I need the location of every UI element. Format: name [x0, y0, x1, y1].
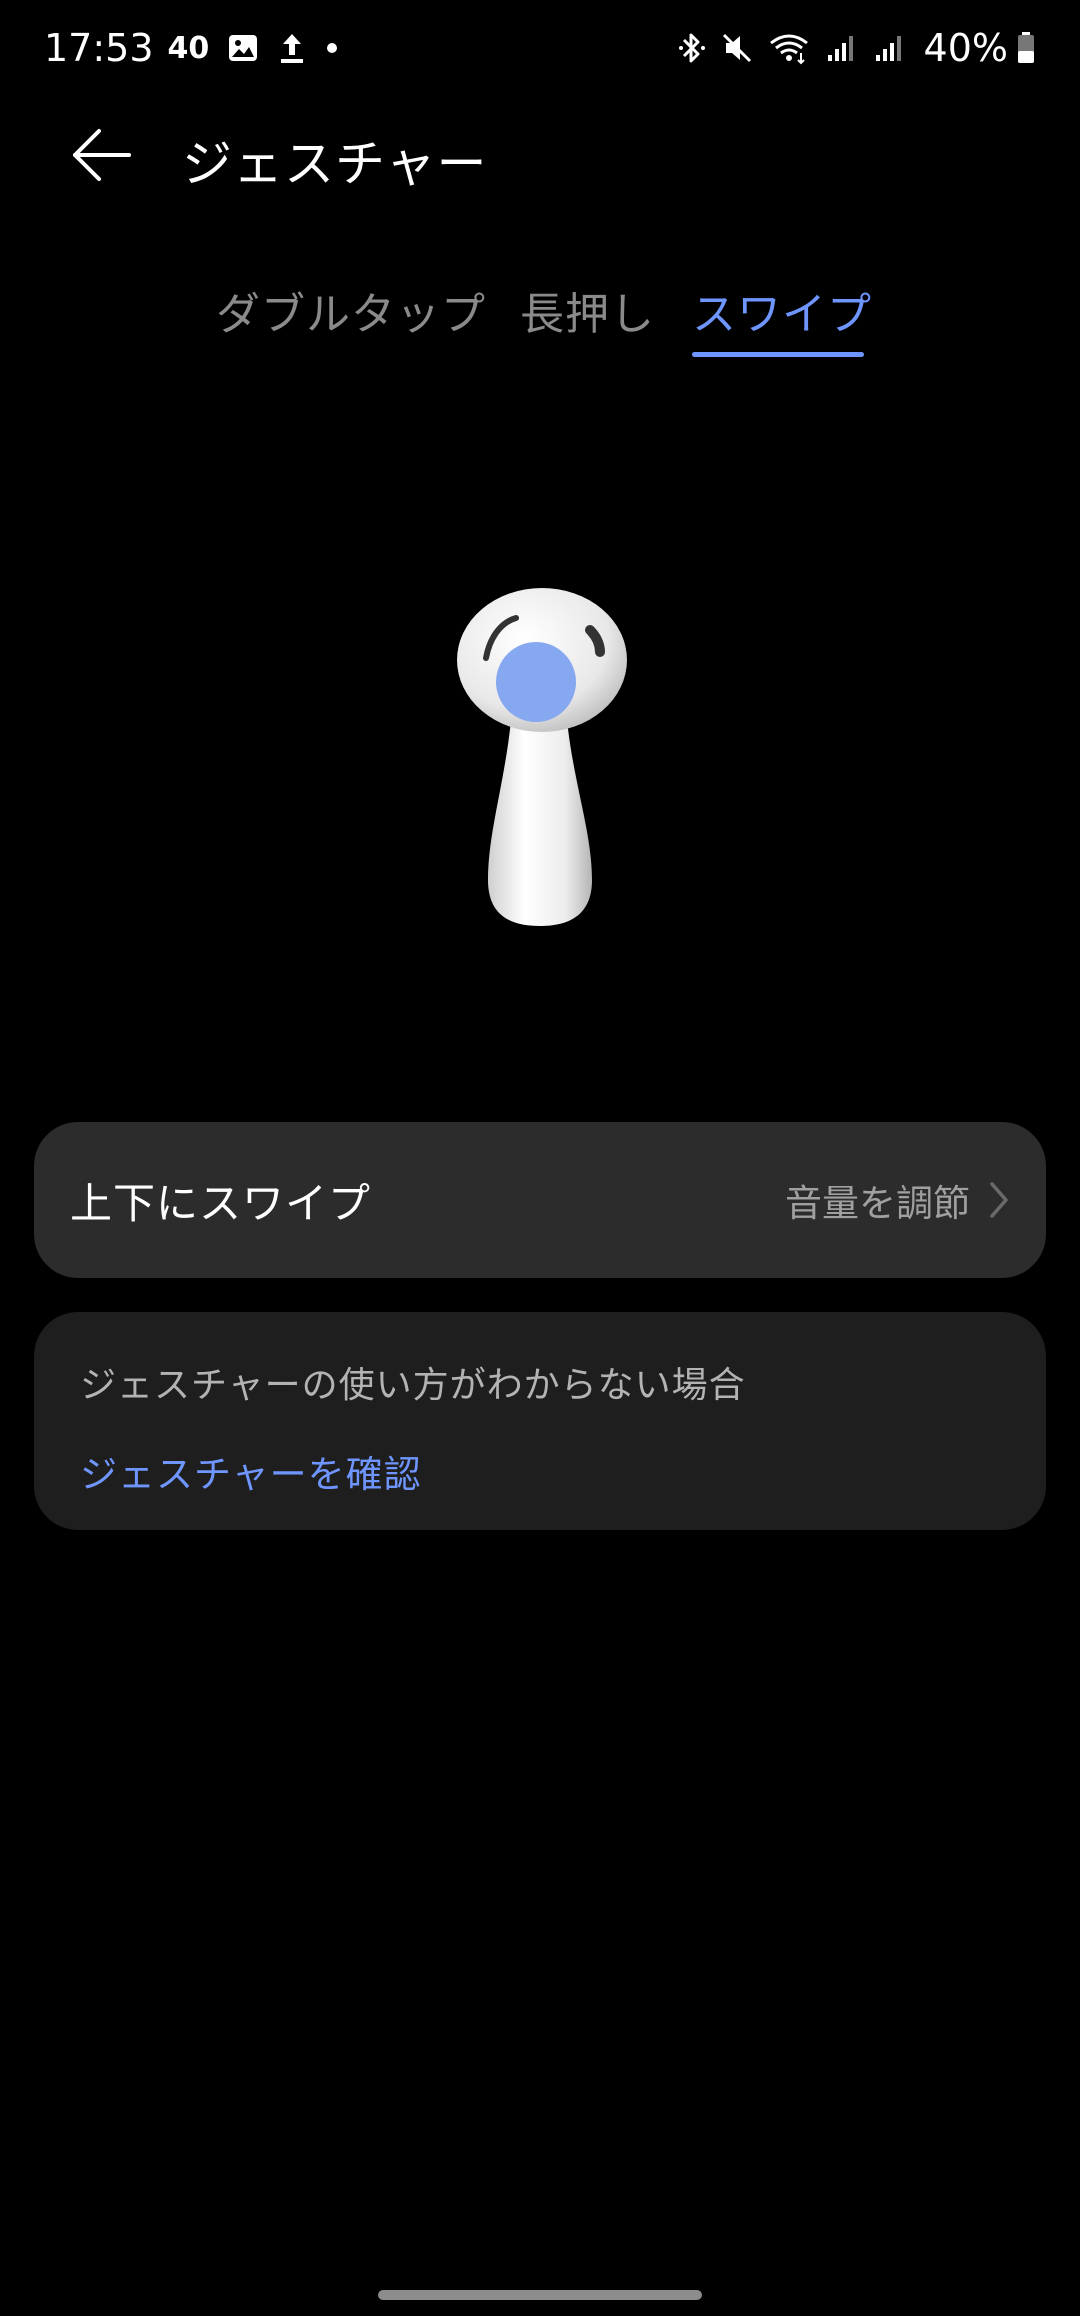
tab-double-tap[interactable]: ダブルタップ: [216, 278, 486, 342]
page-title: ジェスチャー: [182, 135, 488, 193]
chevron-right-icon: [990, 1182, 1008, 1218]
status-bar-left: 17:53 40: [44, 26, 339, 70]
notification-count: 40: [167, 30, 210, 66]
status-bar: 17:53 40 40%: [0, 0, 1080, 96]
check-gestures-link[interactable]: ジェスチャーを確認: [80, 1444, 1002, 1498]
tab-indicator: [692, 352, 864, 357]
status-bar-right: 40%: [678, 26, 1050, 70]
touch-area-indicator: [496, 642, 576, 722]
dot-icon: [325, 41, 339, 55]
help-card: ジェスチャーの使い方がわからない場合 ジェスチャーを確認: [34, 1312, 1046, 1530]
battery-icon: [1016, 31, 1036, 65]
signal-icon: [824, 31, 858, 65]
help-text: ジェスチャーの使い方がわからない場合: [80, 1365, 746, 1406]
bluetooth-icon: [678, 31, 706, 65]
earbud-illustration: [440, 580, 640, 940]
swipe-setting-row[interactable]: 上下にスワイプ 音量を調節: [34, 1122, 1046, 1278]
swipe-setting-value: 音量を調節: [785, 1182, 970, 1225]
back-button[interactable]: [66, 120, 136, 190]
gesture-navigation-bar[interactable]: [378, 2290, 702, 2300]
swipe-setting-label: 上下にスワイプ: [70, 1178, 372, 1228]
battery-percent: 40%: [923, 26, 1008, 70]
tab-bar: ダブルタップ 長押し スワイプ: [0, 278, 1080, 368]
upload-icon: [277, 31, 307, 65]
screen: 17:53 40 40% ジェスチャー ダブルタップ 長押し スワイプ 上下にス…: [0, 0, 1080, 2316]
back-arrow-icon: [73, 129, 131, 181]
signal-icon-2: [872, 31, 906, 65]
header: ジェスチャー: [0, 110, 1080, 200]
status-time: 17:53: [44, 26, 154, 70]
wifi-icon: [768, 31, 810, 65]
swipe-setting-value-group: 音量を調節: [785, 1173, 1010, 1227]
tab-swipe[interactable]: スワイプ: [692, 278, 872, 342]
tab-long-press[interactable]: 長押し: [520, 278, 655, 342]
gallery-icon: [227, 32, 259, 64]
mute-icon: [720, 31, 754, 65]
